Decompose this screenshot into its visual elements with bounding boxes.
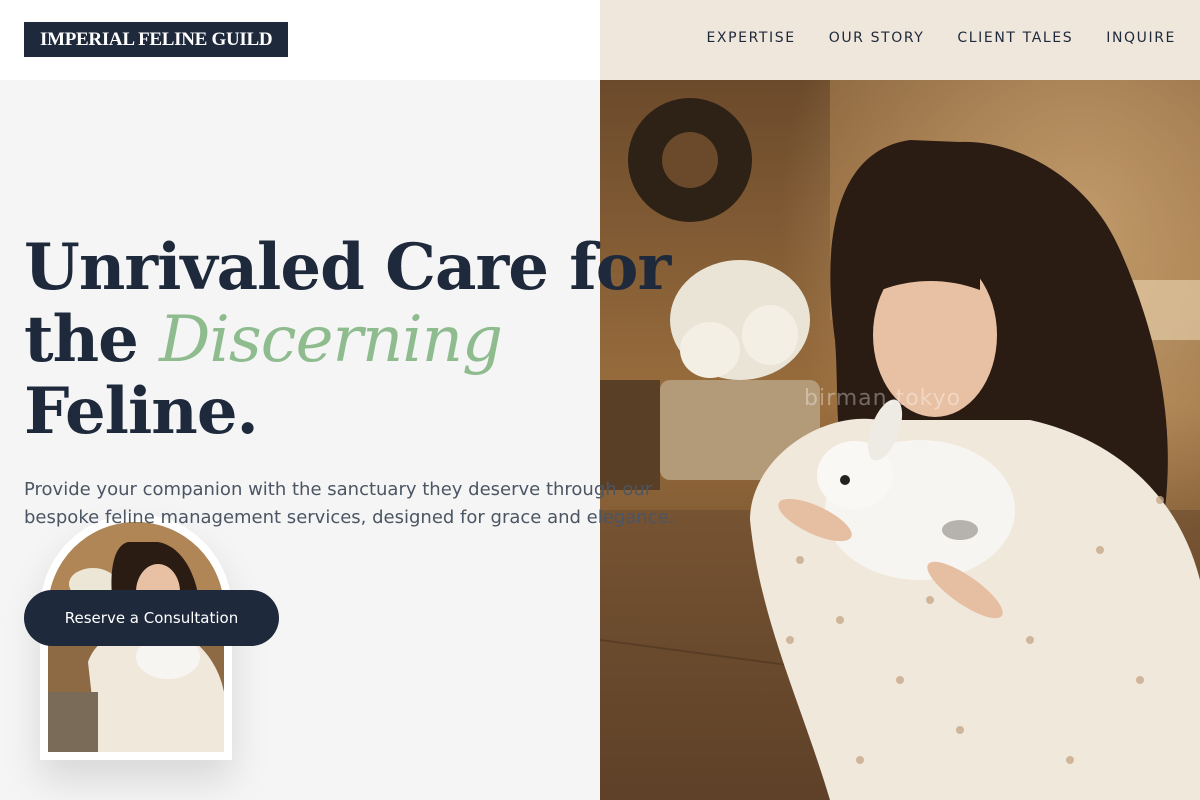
hero-title-prefix: the xyxy=(24,302,160,377)
hero-title: Unrivaled Care for the Discerning Feline… xyxy=(24,230,671,449)
main-nav: EXPERTISE OUR STORY CLIENT TALES INQUIRE xyxy=(706,30,1176,46)
nav-link-expertise[interactable]: EXPERTISE xyxy=(706,30,795,46)
nav-link-our-story[interactable]: OUR STORY xyxy=(829,30,925,46)
nav-link-client-tales[interactable]: CLIENT TALES xyxy=(957,30,1073,46)
nav-link-inquire[interactable]: INQUIRE xyxy=(1106,30,1176,46)
hero-description: Provide your companion with the sanctuar… xyxy=(24,479,675,528)
photo-watermark: birman.tokyo xyxy=(804,386,962,411)
site-logo[interactable]: IMPERIAL FELINE GUILD xyxy=(24,22,289,57)
hero-photo: birman.tokyo xyxy=(600,80,1200,800)
reserve-consultation-button[interactable]: Reserve a Consultation xyxy=(24,590,279,646)
site-header: IMPERIAL FELINE GUILD EXPERTISE OUR STOR… xyxy=(0,0,1200,80)
hero-title-line1: Unrivaled Care for xyxy=(24,230,671,305)
hero-title-line3: Feline. xyxy=(24,374,259,449)
hero-title-accent: Discerning xyxy=(159,303,503,377)
